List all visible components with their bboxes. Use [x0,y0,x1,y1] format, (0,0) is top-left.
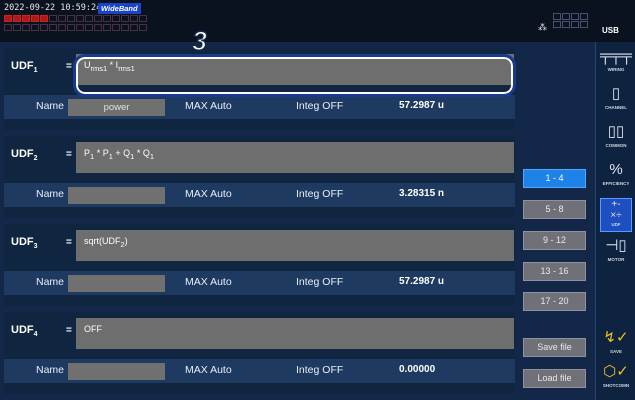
equals-sign: = [66,237,72,248]
integration-setting[interactable]: Integ OFF [296,100,343,112]
udf-settings-row: Name MAX Auto Integ OFF 3.28315 n [4,183,515,207]
max-range-setting[interactable]: MAX Auto [185,100,232,112]
udf-label: UDF4 [11,324,38,339]
integration-setting[interactable]: Integ OFF [296,188,343,200]
udf-settings-row: Name MAX Auto Integ OFF 57.2987 u [4,271,515,295]
udf-block: UDF2 = P1 * P1 + Q1 * Q1 Name MAX Auto Integ … [4,136,515,218]
name-label: Name [36,276,65,288]
name-field[interactable] [68,275,165,292]
udf-value: 3.28315 n [399,188,445,199]
udf-settings-row: Name power MAX Auto Integ OFF 57.2987 u [4,95,515,119]
mode-badge: WideBand [98,3,141,14]
network-icon: ⁂ [538,22,547,32]
expression-field[interactable]: sqrt(UDF2) [76,230,514,261]
name-label: Name [36,100,65,112]
motor-icon[interactable]: ⊣▯ MOTOR [600,236,632,270]
max-range-setting[interactable]: MAX Auto [185,276,232,288]
shot-icon[interactable]: ⬡✓ SHOTCOMN [600,362,632,396]
max-range-setting[interactable]: MAX Auto [185,188,232,200]
save-file-button[interactable]: Save file [523,338,586,357]
efficiency-icon[interactable]: % EFFICIENCY [600,160,632,194]
usb-indicator: USB [602,26,619,35]
udf-label: UDF1 [11,60,38,75]
expression-field[interactable]: P1 * P1 + Q1 * Q1 [76,142,514,173]
udf-settings-row: Name MAX Auto Integ OFF 0.00000 [4,359,515,383]
udf-value: 0.00000 [399,364,436,375]
name-field[interactable]: power [68,99,165,116]
name-field[interactable] [68,363,165,380]
udf-block: UDF4 = OFF Name MAX Auto Integ OFF 0.00000 [4,312,515,394]
equals-sign: = [66,61,72,72]
name-label: Name [36,364,65,376]
channel-grid-icon [553,13,588,28]
wiring-icon[interactable]: ╤╤╤ WIRING [600,46,632,80]
range-button-13-16[interactable]: 13 - 16 [523,262,586,281]
channel-indicator-row [4,24,147,31]
callout-number: 3 [191,25,208,57]
udf-value: 57.2987 u [399,100,445,111]
range-button-9-12[interactable]: 9 - 12 [523,231,586,250]
integration-setting[interactable]: Integ OFF [296,276,343,288]
channel-indicator-row [4,15,147,22]
range-button-5-8[interactable]: 5 - 8 [523,200,586,219]
save-icon[interactable]: ↯✓ SAVE [600,328,632,362]
range-button-17-20[interactable]: 17 - 20 [523,292,586,311]
expression-highlight [73,54,516,97]
udf-icon[interactable]: +- ×÷ UDF [600,198,632,232]
expression-field[interactable]: OFF [76,318,514,349]
equals-sign: = [66,149,72,160]
max-range-setting[interactable]: MAX Auto [185,364,232,376]
udf-block: UDF3 = sqrt(UDF2) Name MAX Auto Integ OFF 57.2… [4,224,515,306]
common-icon[interactable]: ▯▯ COMMON [600,122,632,156]
equals-sign: = [66,325,72,336]
udf-value: 57.2987 u [399,276,445,287]
load-file-button[interactable]: Load file [523,369,586,388]
udf-label: UDF2 [11,148,38,163]
timestamp: 2022-09-22 10:59:24 [4,3,102,13]
udf-label: UDF3 [11,236,38,251]
channel-icon[interactable]: ▯ CHANNEL [600,84,632,118]
name-field[interactable] [68,187,165,204]
name-label: Name [36,188,65,200]
range-button-1-4[interactable]: 1 - 4 [523,169,586,188]
status-bar: 2022-09-22 10:59:24 WideBand ⁂ USB [0,0,635,42]
screen: 2022-09-22 10:59:24 WideBand ⁂ USB UDF1 =… [0,0,635,400]
integration-setting[interactable]: Integ OFF [296,364,343,376]
